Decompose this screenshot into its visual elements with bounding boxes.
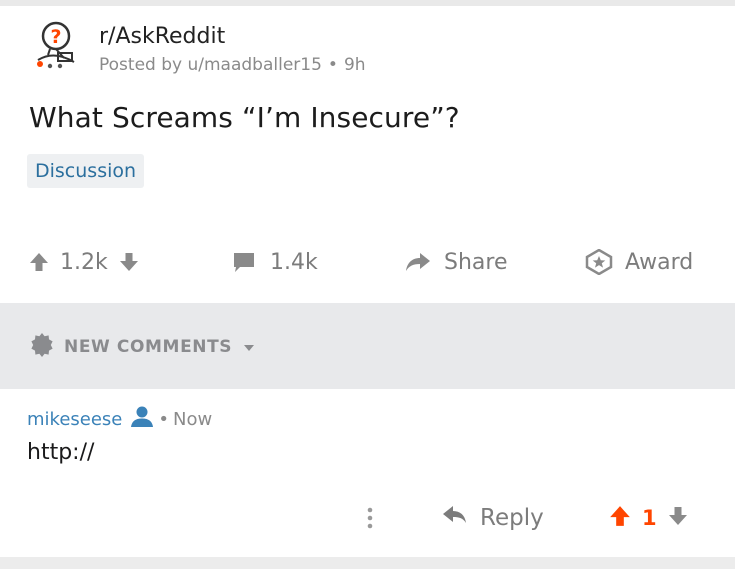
subreddit-name[interactable]: r/AskReddit xyxy=(99,23,225,51)
post-title[interactable]: What Screams “I’m Insecure”? xyxy=(29,98,460,138)
user-icon xyxy=(130,406,154,433)
arrow-down-icon[interactable] xyxy=(667,505,689,531)
post-vote-count: 1.2k xyxy=(60,249,108,275)
comment-username[interactable]: mikeseese xyxy=(27,409,122,430)
comment-meta: mikeseese • Now xyxy=(27,406,212,432)
post-flair[interactable]: Discussion xyxy=(27,154,145,188)
award-icon xyxy=(585,249,613,275)
comments-button[interactable]: 1.4k xyxy=(232,240,318,284)
comment-vote-group: 1 xyxy=(608,498,689,538)
comment-count: 1.4k xyxy=(270,249,318,275)
comment-body[interactable]: http:// xyxy=(27,438,94,468)
arrow-down-icon[interactable] xyxy=(118,251,140,273)
svg-text:?: ? xyxy=(50,26,61,48)
share-button[interactable]: Share xyxy=(404,240,508,284)
more-vertical-icon[interactable] xyxy=(358,502,382,534)
share-arrow-icon xyxy=(404,251,432,273)
bottom-divider xyxy=(0,557,735,569)
arrow-up-icon[interactable] xyxy=(608,504,632,532)
reply-button[interactable]: Reply xyxy=(442,498,544,538)
post-meta: Posted by u/maadballer15 • 9h xyxy=(99,54,366,76)
sort-badge-icon xyxy=(30,333,54,361)
post-age: 9h xyxy=(343,55,366,75)
award-button[interactable]: Award xyxy=(585,240,693,284)
comment-bubble-icon xyxy=(232,251,256,273)
sort-dropdown[interactable]: NEW COMMENTS xyxy=(30,333,256,361)
chevron-down-icon xyxy=(242,338,256,357)
post-vote-group: 1.2k xyxy=(28,240,140,284)
top-divider xyxy=(0,0,735,6)
comment-timestamp: Now xyxy=(173,408,213,430)
posted-by[interactable]: Posted by u/maadballer15 xyxy=(99,55,322,75)
comment-sort-bar: NEW COMMENTS xyxy=(0,303,735,389)
award-label: Award xyxy=(625,249,694,275)
askreddit-snoo-icon[interactable]: ? xyxy=(34,20,82,72)
reply-label: Reply xyxy=(480,505,544,531)
post-action-bar: 1.2k 1.4k Share Award xyxy=(0,240,735,284)
arrow-up-icon[interactable] xyxy=(28,251,50,273)
comment-meta-separator: • xyxy=(158,408,169,430)
reply-arrow-icon xyxy=(442,505,468,531)
comment-vote-count: 1 xyxy=(642,506,657,530)
sort-label: NEW COMMENTS xyxy=(64,337,233,357)
comment-action-bar: Reply 1 xyxy=(0,498,735,538)
meta-separator: • xyxy=(327,55,338,75)
share-label: Share xyxy=(444,249,508,275)
